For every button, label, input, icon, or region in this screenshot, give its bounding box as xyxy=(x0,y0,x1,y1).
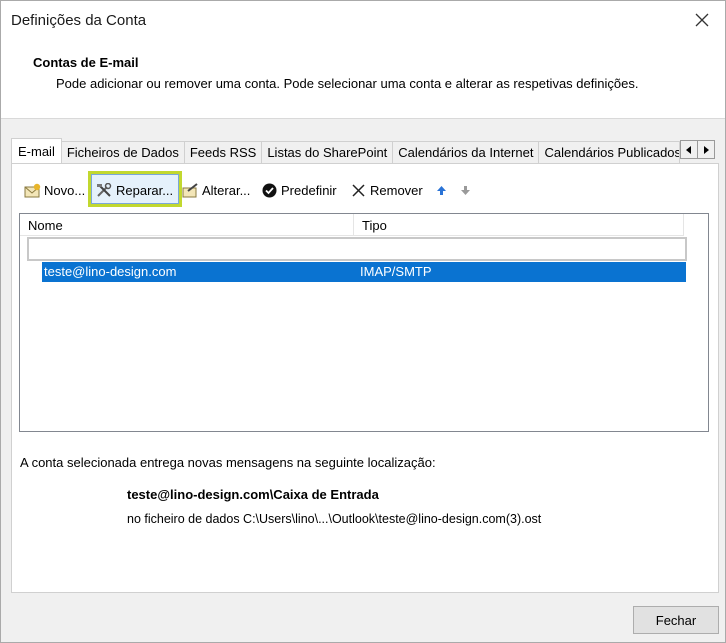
edit-account-icon xyxy=(181,181,199,199)
tab-scroll-right-button[interactable] xyxy=(697,140,715,159)
repair-label: Reparar... xyxy=(116,182,174,198)
close-button[interactable] xyxy=(687,7,717,33)
remove-button[interactable]: Remover xyxy=(349,178,423,202)
tab-scroll-left-button[interactable] xyxy=(680,140,698,159)
close-dialog-button[interactable]: Fechar xyxy=(633,606,719,634)
tab-email[interactable]: E-mail xyxy=(11,138,62,163)
move-down-button[interactable] xyxy=(456,178,477,202)
account-settings-dialog: Definições da Conta Contas de E-mail Pod… xyxy=(0,0,726,643)
tab-sharepoint-lists[interactable]: Listas do SharePoint xyxy=(261,141,394,163)
new-account-label: Novo... xyxy=(44,182,86,198)
delivery-location-label: A conta selecionada entrega novas mensag… xyxy=(20,455,436,470)
move-up-button[interactable] xyxy=(432,178,453,202)
table-row[interactable]: teste@lino-design.com IMAP/SMTP xyxy=(42,262,686,282)
remove-label: Remover xyxy=(370,182,423,198)
change-label: Alterar... xyxy=(202,182,251,198)
tab-data-files[interactable]: Ficheiros de Dados xyxy=(60,141,185,163)
new-mail-icon xyxy=(23,181,41,199)
new-account-button[interactable]: Novo... xyxy=(23,178,85,202)
account-toolbar: Novo... Reparar... Alterar... Predefinir… xyxy=(11,175,711,205)
remove-x-icon xyxy=(349,181,367,199)
triangle-right-icon xyxy=(704,145,709,154)
column-header-name[interactable]: Nome xyxy=(20,214,354,236)
arrow-up-icon xyxy=(432,181,450,199)
arrow-down-icon xyxy=(456,181,474,199)
account-list: Nome Tipo teste@lino-design.com IMAP/SMT… xyxy=(19,213,709,432)
tools-icon xyxy=(95,181,113,199)
section-title: Contas de E-mail xyxy=(33,55,139,70)
triangle-left-icon xyxy=(686,145,691,154)
column-header-type[interactable]: Tipo xyxy=(354,214,684,236)
change-button[interactable]: Alterar... xyxy=(181,178,250,202)
account-name: teste@lino-design.com xyxy=(44,264,177,279)
tab-strip: E-mail Ficheiros de Dados Feeds RSS List… xyxy=(11,138,681,163)
close-icon xyxy=(695,13,709,27)
delivery-data-file: no ficheiro de dados C:\Users\lino\...\O… xyxy=(127,512,542,526)
set-default-button[interactable]: Predefinir xyxy=(260,178,337,202)
tab-rss-feeds[interactable]: Feeds RSS xyxy=(183,141,263,163)
list-focus-row xyxy=(27,237,687,261)
section-description: Pode adicionar ou remover uma conta. Pod… xyxy=(56,76,639,91)
account-type: IMAP/SMTP xyxy=(360,264,432,279)
check-circle-icon xyxy=(260,181,278,199)
delivery-folder: teste@lino-design.com\Caixa de Entrada xyxy=(127,487,379,502)
tab-published-calendars[interactable]: Calendários Publicados xyxy=(538,141,681,163)
list-header: Nome Tipo xyxy=(20,214,684,236)
tab-internet-calendars[interactable]: Calendários da Internet xyxy=(392,141,540,163)
dialog-header: Definições da Conta Contas de E-mail Pod… xyxy=(1,1,725,119)
window-title: Definições da Conta xyxy=(11,12,147,29)
repair-button[interactable]: Reparar... xyxy=(95,178,173,202)
tab-scroll xyxy=(680,140,715,159)
set-default-label: Predefinir xyxy=(281,182,337,198)
